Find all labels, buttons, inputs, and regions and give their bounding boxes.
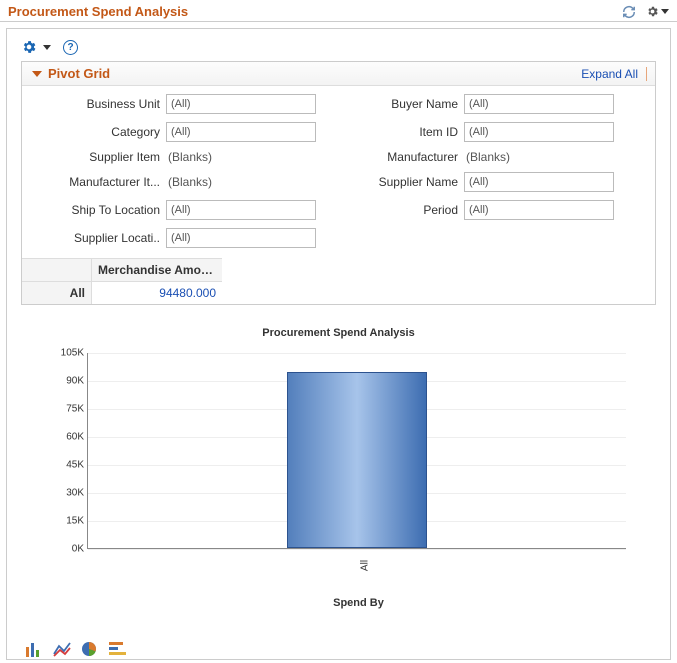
- filter-label: Ship To Location: [22, 203, 162, 217]
- page-title: Procurement Spend Analysis: [8, 4, 188, 19]
- chart-plot-area: 0K15K30K45K60K75K90K105K: [87, 353, 626, 549]
- filter-label: Category: [22, 125, 162, 139]
- bar-chart-icon[interactable]: [25, 641, 43, 657]
- y-tick-label: 15K: [50, 516, 84, 527]
- help-icon[interactable]: ?: [63, 40, 78, 55]
- filter-value[interactable]: (All): [464, 122, 614, 142]
- chart-title: Procurement Spend Analysis: [31, 327, 646, 339]
- filter-label: Supplier Item: [22, 150, 162, 164]
- gridline: [88, 549, 626, 550]
- refresh-icon[interactable]: [622, 5, 636, 19]
- filter-label: Manufacturer: [320, 150, 460, 164]
- expand-all-link[interactable]: Expand All: [581, 67, 638, 81]
- y-tick-label: 75K: [50, 404, 84, 415]
- main-card: ? Pivot Grid Expand All Business Unit (Al…: [6, 28, 671, 660]
- summary-row-label: All: [22, 282, 92, 304]
- filter-value[interactable]: (All): [464, 172, 614, 192]
- y-tick-label: 105K: [50, 348, 84, 359]
- collapse-icon[interactable]: [32, 71, 42, 77]
- filter-label: Item ID: [320, 125, 460, 139]
- y-tick-label: 90K: [50, 376, 84, 387]
- summary-value[interactable]: 94480.000: [92, 282, 222, 304]
- filter-value[interactable]: (All): [166, 94, 316, 114]
- pie-chart-icon[interactable]: [81, 641, 99, 657]
- filter-label: Supplier Name: [320, 175, 460, 189]
- summary-col-header: Merchandise Amou...: [92, 259, 222, 282]
- options-caret-icon[interactable]: [43, 45, 51, 50]
- filter-value[interactable]: (All): [464, 94, 614, 114]
- filter-label: Period: [320, 203, 460, 217]
- divider: [646, 67, 647, 81]
- filter-value[interactable]: (All): [166, 122, 316, 142]
- y-tick-label: 0K: [50, 544, 84, 555]
- hbar-chart-icon[interactable]: [109, 641, 127, 657]
- summary-blank-header: [22, 259, 92, 282]
- filter-value[interactable]: (All): [166, 200, 316, 220]
- filter-value[interactable]: (All): [464, 200, 614, 220]
- gridline: [88, 353, 626, 354]
- summary-table: Merchandise Amou... All 94480.000: [22, 258, 222, 304]
- filter-label: Business Unit: [22, 97, 162, 111]
- filter-value: (Blanks): [464, 150, 614, 164]
- chart-x-category: All: [359, 560, 370, 571]
- line-chart-icon[interactable]: [53, 641, 71, 657]
- y-tick-label: 45K: [50, 460, 84, 471]
- pivot-title: Pivot Grid: [48, 66, 110, 81]
- chart-bar[interactable]: [287, 372, 427, 548]
- filter-label: Supplier Locati..: [22, 231, 162, 245]
- filter-value: (Blanks): [166, 175, 316, 189]
- settings-dropdown-icon[interactable]: [646, 5, 669, 18]
- filter-value[interactable]: (All): [166, 228, 316, 248]
- filter-label: Buyer Name: [320, 97, 460, 111]
- filter-value: (Blanks): [166, 150, 316, 164]
- chart-x-label: Spend By: [71, 597, 646, 609]
- y-tick-label: 60K: [50, 432, 84, 443]
- filter-label: Manufacturer It...: [22, 175, 162, 189]
- options-gear-icon[interactable]: [21, 39, 37, 55]
- pivot-grid-panel: Pivot Grid Expand All Business Unit (All)…: [21, 61, 656, 305]
- chart-y-label: Merchandise Amount: [0, 418, 1, 529]
- y-tick-label: 30K: [50, 488, 84, 499]
